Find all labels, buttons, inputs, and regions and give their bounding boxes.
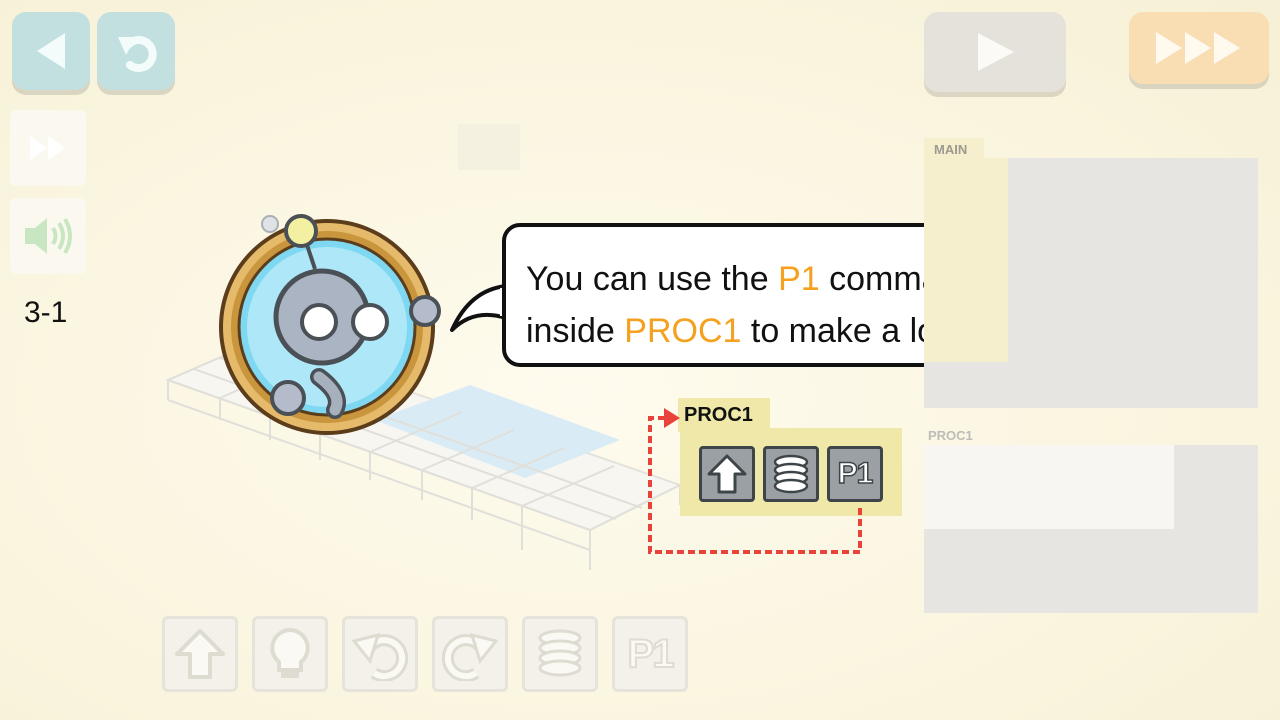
speed-icon [30,136,65,160]
forward-command[interactable] [162,616,238,692]
hint-highlight: PROC1 [624,312,742,350]
light-command[interactable] [252,616,328,692]
hint-text: inside [526,312,625,350]
play-icon [978,33,1014,71]
back-button[interactable] [12,12,90,90]
proc1-program-area[interactable] [924,529,1258,613]
speaker-icon [25,217,72,255]
spring-icon [538,629,582,677]
reset-button[interactable] [97,12,175,90]
hint-highlight: P1 [778,260,820,298]
speed-button[interactable] [10,110,86,186]
sound-button[interactable] [10,198,86,274]
hint-text: You can use the [526,260,779,298]
back-arrow-icon [37,33,65,69]
turn-right-icon [442,632,498,681]
up-arrow-icon [175,629,225,679]
bulb-icon [270,627,310,678]
main-label: MAIN [924,138,984,160]
main-program-area[interactable] [924,362,1258,408]
loop-arrow [648,408,862,554]
turn-right-command[interactable] [432,616,508,692]
proc1-program-area[interactable] [924,445,1174,529]
fast-forward-icon [1156,32,1240,64]
run-button[interactable] [924,12,1066,92]
faded-panel [458,124,520,170]
proc1-program-area[interactable] [1174,445,1258,529]
p1-command[interactable]: P1 [612,616,688,692]
reset-icon [118,36,157,73]
turn-left-command[interactable] [342,616,418,692]
level-label: 3-1 [24,296,68,329]
jump-command[interactable] [522,616,598,692]
turn-left-icon [352,632,408,681]
p1-text: P1 [627,631,676,677]
fast-run-button[interactable] [1129,12,1269,84]
robot-portrait [219,214,441,435]
proc1-label: PROC1 [928,428,973,443]
